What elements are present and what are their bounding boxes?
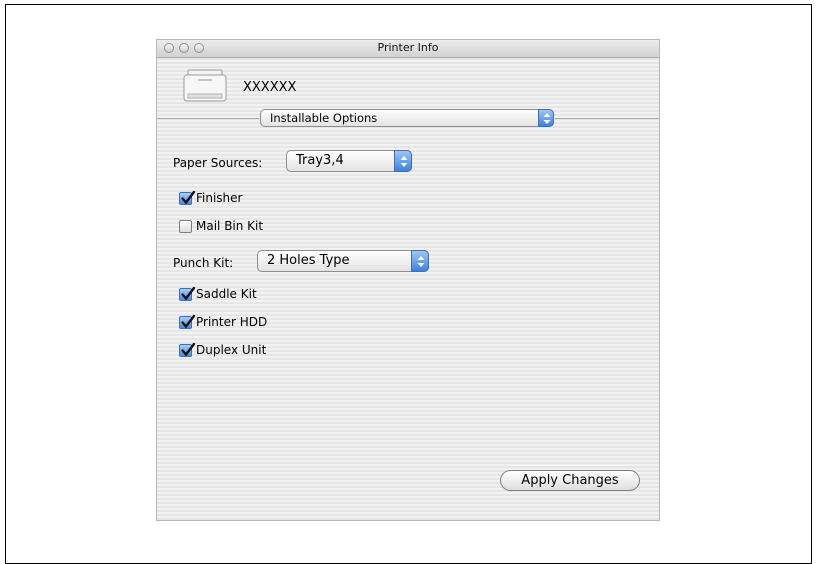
punch-kit-value: 2 Holes Type — [267, 253, 350, 268]
printer-icon — [182, 67, 228, 105]
paper-sources-value: Tray3,4 — [296, 153, 344, 168]
mail-bin-kit-checkbox[interactable] — [179, 219, 192, 233]
printer-hdd-option[interactable]: Printer HDD — [179, 314, 267, 330]
saddle-kit-option[interactable]: Saddle Kit — [179, 286, 257, 302]
up-down-arrows-icon — [411, 250, 429, 272]
apply-changes-button[interactable]: Apply Changes — [500, 470, 640, 491]
title-bar[interactable]: Printer Info — [157, 40, 659, 58]
duplex-unit-option[interactable]: Duplex Unit — [179, 342, 266, 358]
punch-kit-popup[interactable]: 2 Holes Type — [257, 250, 429, 272]
saddle-kit-label: Saddle Kit — [196, 287, 257, 301]
window-title: Printer Info — [377, 41, 439, 54]
duplex-unit-label: Duplex Unit — [196, 343, 267, 357]
saddle-kit-checkbox[interactable] — [179, 286, 196, 301]
printer-hdd-checkbox[interactable] — [179, 314, 196, 329]
finisher-label: Finisher — [196, 191, 243, 205]
printer-info-window: Printer Info XXXXXX Installable Options … — [157, 40, 659, 520]
section-popup-value: Installable Options — [270, 111, 378, 125]
paper-sources-label: Paper Sources: — [173, 156, 263, 170]
up-down-arrows-icon — [394, 150, 412, 172]
duplex-unit-checkbox[interactable] — [179, 342, 196, 357]
divider — [555, 118, 659, 119]
checkmark-icon — [181, 342, 196, 356]
paper-sources-popup[interactable]: Tray3,4 — [286, 150, 412, 172]
printer-name: XXXXXX — [243, 80, 297, 95]
up-down-arrows-icon — [538, 109, 554, 127]
checkmark-icon — [181, 190, 196, 204]
finisher-option[interactable]: Finisher — [179, 190, 242, 206]
mail-bin-kit-label: Mail Bin Kit — [196, 219, 264, 233]
printer-hdd-label: Printer HDD — [196, 315, 268, 329]
mail-bin-kit-option[interactable]: Mail Bin Kit — [179, 218, 263, 234]
checkmark-icon — [181, 286, 196, 300]
finisher-checkbox[interactable] — [179, 190, 196, 205]
section-popup[interactable]: Installable Options — [260, 109, 554, 127]
punch-kit-label: Punch Kit: — [173, 256, 234, 270]
divider — [157, 118, 259, 119]
checkmark-icon — [181, 314, 196, 328]
